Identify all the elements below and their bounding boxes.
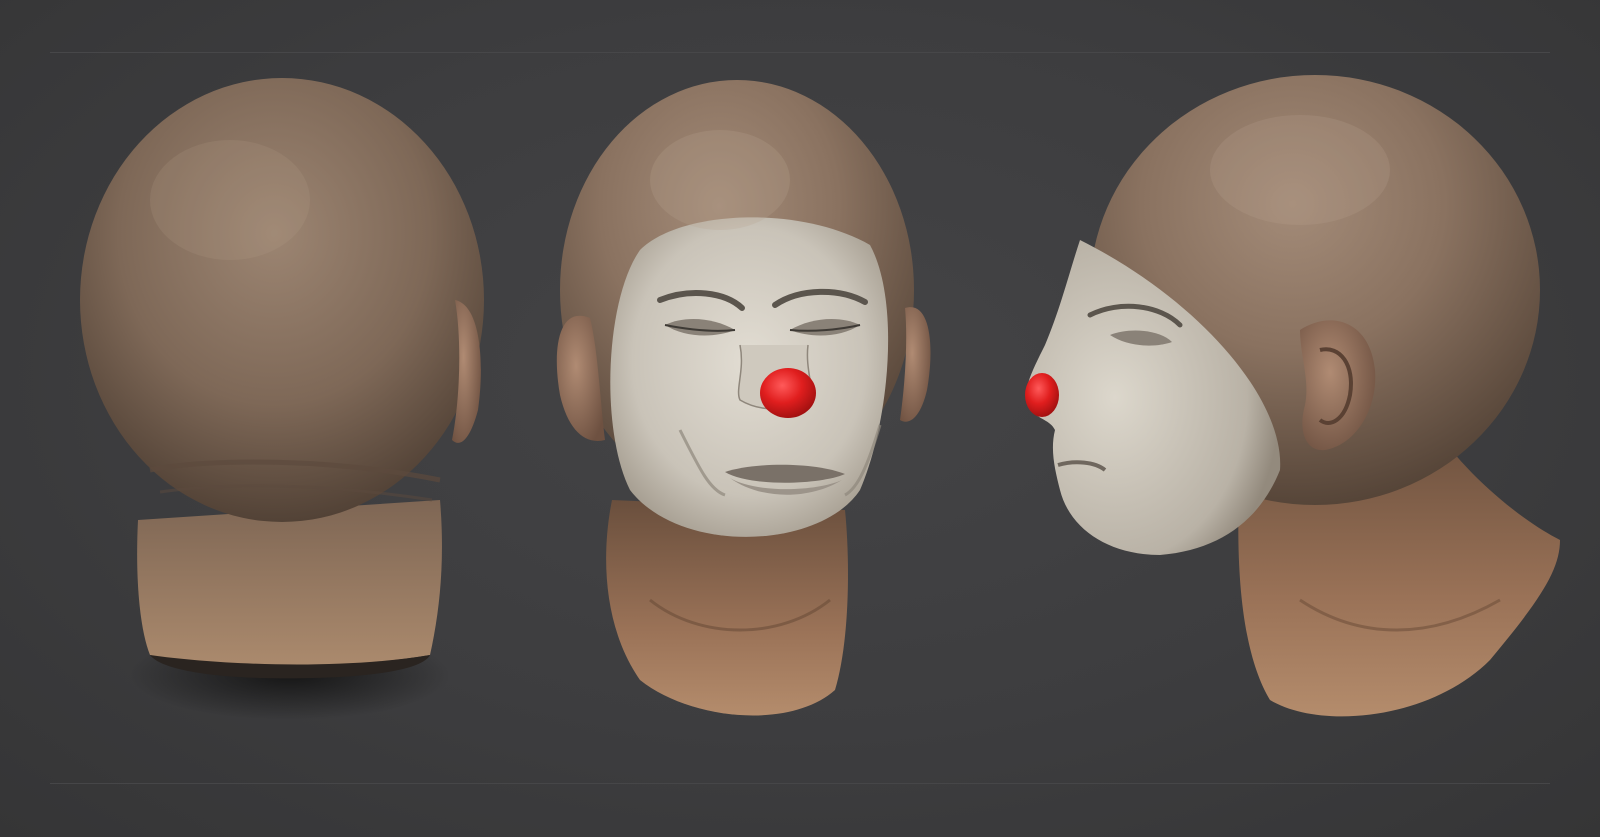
front-view-clown-nose (760, 368, 816, 418)
head-side-view (1025, 75, 1560, 717)
head-back-view (80, 78, 484, 720)
back-view-neck (137, 500, 442, 667)
head-renders (80, 75, 1560, 720)
front-view-highlight (650, 130, 790, 230)
back-view-highlight (150, 140, 310, 260)
back-view-skull (80, 78, 484, 522)
head-front-view (556, 80, 931, 716)
side-view-clown-nose (1025, 373, 1059, 417)
render-viewport (0, 0, 1600, 837)
side-view-highlight (1210, 115, 1390, 225)
